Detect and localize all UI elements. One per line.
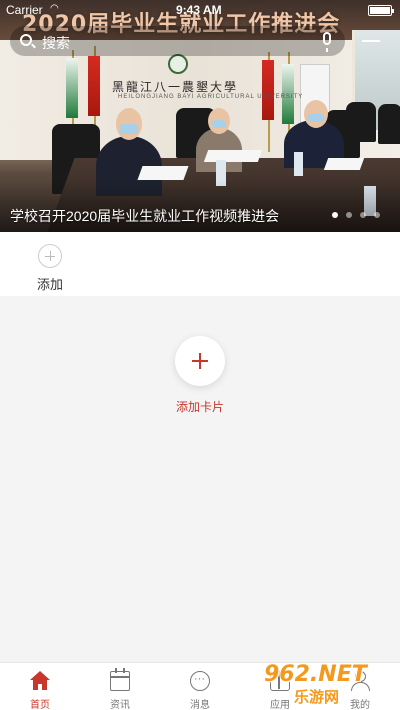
carousel-dot-active[interactable] xyxy=(332,212,338,218)
university-seal xyxy=(168,54,188,74)
status-time: 9:43 AM xyxy=(176,3,222,17)
add-shortcut-icon[interactable] xyxy=(38,244,62,268)
red-flag xyxy=(88,56,100,116)
university-name: 黑龍江八一農墾大學 xyxy=(112,80,239,94)
face-mask xyxy=(308,114,324,122)
face-mask xyxy=(212,120,226,128)
water-bottle xyxy=(294,152,303,176)
chair xyxy=(378,104,400,144)
site-watermark: 962.NET 乐游网 xyxy=(264,660,396,706)
green-flag xyxy=(66,58,78,118)
carousel-dot[interactable] xyxy=(374,212,380,218)
shortcut-section: 添加 xyxy=(0,232,400,296)
home-icon xyxy=(30,671,50,691)
add-shortcut-label[interactable]: 添加 xyxy=(37,274,63,293)
wifi-icon: ◠ xyxy=(50,3,59,14)
menu-icon[interactable] xyxy=(362,40,380,42)
carousel-dots xyxy=(332,212,380,218)
tab-home[interactable]: 首页 xyxy=(0,663,80,710)
paper xyxy=(203,150,263,162)
watermark-sub: 乐游网 xyxy=(294,689,340,706)
paper xyxy=(323,158,365,170)
battery-icon xyxy=(368,5,394,16)
status-bar: Carrier ◠ 9:43 AM xyxy=(0,0,400,20)
face-mask xyxy=(120,124,138,134)
carousel-dot[interactable] xyxy=(346,212,352,218)
tab-news[interactable]: 资讯 xyxy=(80,663,160,710)
calendar-icon xyxy=(110,668,130,691)
tab-messages[interactable]: 消息 xyxy=(160,663,240,710)
watermark-logo: 962.NET xyxy=(264,662,367,687)
search-placeholder: 搜索 xyxy=(42,35,70,51)
university-sub: HEILONGJIANG BAYI AGRICULTURAL UNIVERSIT… xyxy=(118,94,304,100)
tab-label: 首页 xyxy=(30,700,50,710)
search-bar[interactable]: 搜索 xyxy=(10,26,345,56)
carousel-dot[interactable] xyxy=(360,212,366,218)
add-card-button[interactable] xyxy=(175,336,225,386)
chair xyxy=(346,102,376,142)
carrier-label: Carrier xyxy=(6,3,43,17)
add-card-label[interactable]: 添加卡片 xyxy=(0,398,400,415)
microphone-icon[interactable] xyxy=(323,32,331,52)
search-icon xyxy=(20,34,32,46)
paper xyxy=(137,166,189,180)
tab-label: 消息 xyxy=(190,700,210,710)
banner-caption[interactable]: 学校召开2020届毕业生就业工作视频推进会 xyxy=(10,206,279,226)
tab-label: 资讯 xyxy=(110,700,130,710)
chat-icon xyxy=(190,671,210,691)
red-flag xyxy=(262,60,274,120)
